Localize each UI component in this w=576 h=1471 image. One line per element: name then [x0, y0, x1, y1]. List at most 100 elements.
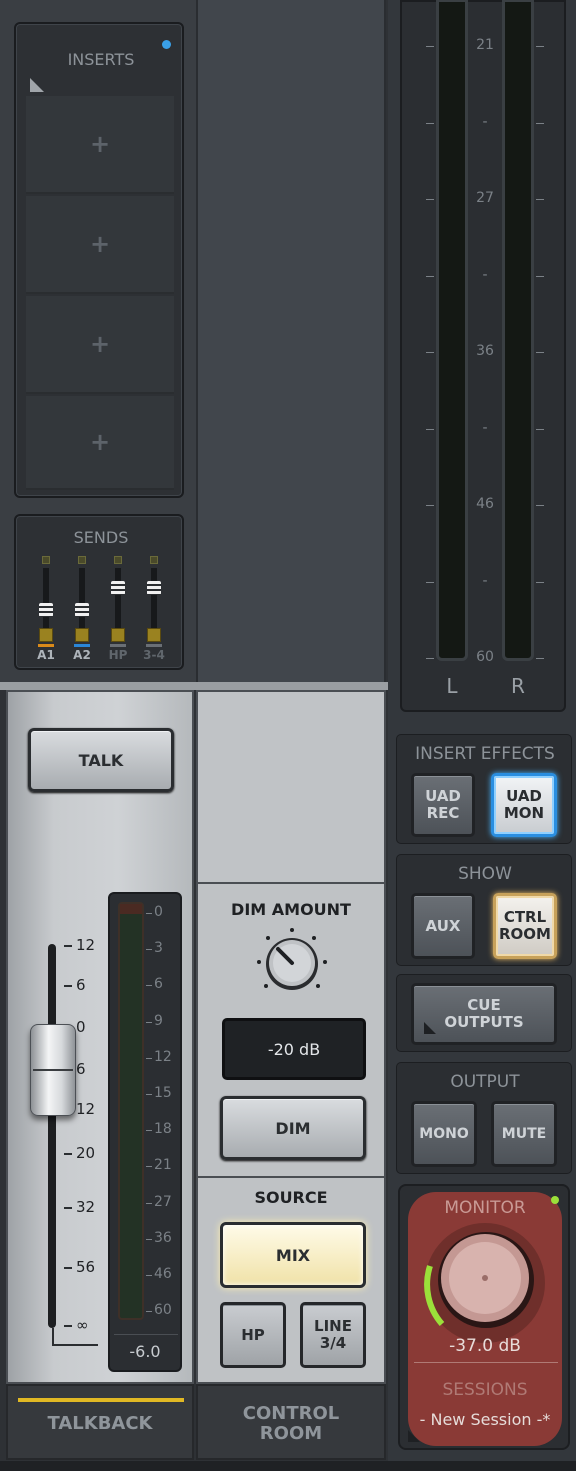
dim-amount-knob[interactable]	[252, 924, 332, 1004]
meter-scale-tick	[536, 658, 544, 659]
send-fader-a1[interactable]	[39, 603, 53, 617]
send-color-3-4	[146, 644, 162, 647]
inserts-title: INSERTS	[67, 50, 135, 69]
send-fader-a2[interactable]	[75, 603, 89, 617]
meter-right-label: R	[511, 674, 525, 698]
tb-meter-tick	[146, 985, 152, 987]
talkback-fader-scale: 12 6 0 6 12 20 32 56 ∞	[58, 932, 108, 1334]
tb-meter-tick	[146, 1275, 152, 1276]
meter-scale-tick	[426, 658, 434, 659]
send-pre-3-4[interactable]	[147, 628, 161, 642]
fader-scale-label: 0	[76, 1018, 86, 1036]
show-title: SHOW	[458, 864, 512, 884]
cue-outputs-button[interactable]: CUE OUTPUTS	[411, 983, 557, 1045]
line-34-button[interactable]: LINE 3/4	[300, 1302, 366, 1368]
send-label-a1: A1	[37, 648, 55, 662]
inserts-menu-icon[interactable]	[30, 78, 44, 92]
insert-slot-1[interactable]: +	[26, 96, 174, 194]
tb-meter-label: 0	[154, 904, 163, 920]
talkback-meter-bar	[118, 902, 144, 1320]
send-color-a1	[38, 644, 54, 647]
meter-scale-tick	[426, 275, 434, 277]
meter-scale-tick	[426, 199, 434, 200]
ctrl-room-label-1: CTRL	[503, 908, 547, 926]
send-fader-3-4[interactable]	[147, 580, 161, 595]
sends-panel: SENDS A1 A2 HP 3-4	[14, 514, 184, 670]
meter-scale-label: 46	[476, 496, 494, 512]
insert-slot-3[interactable]: +	[26, 296, 174, 394]
channel-mid-empty	[196, 0, 386, 688]
send-pre-hp[interactable]	[111, 628, 125, 642]
dim-amount-title: DIM AMOUNT	[231, 900, 351, 919]
mono-button[interactable]: MONO	[411, 1101, 477, 1167]
tb-meter-label: 46	[154, 1266, 172, 1282]
cue-menu-icon	[424, 1022, 436, 1034]
meter-scale-label: -	[482, 266, 488, 283]
talkback-footer[interactable]: TALKBACK	[6, 1384, 194, 1460]
channel-strip-top: INSERTS + + + + SENDS A1 A2 HP 3-4	[0, 0, 196, 688]
monitor-title: MONITOR	[444, 1198, 526, 1218]
tb-meter-label: 60	[154, 1302, 172, 1319]
fader-scale-label: 12	[76, 1100, 96, 1118]
send-track-a1	[43, 568, 49, 628]
sends-title: SENDS	[73, 528, 129, 547]
hp-button[interactable]: HP	[220, 1302, 286, 1368]
ctrl-room-button[interactable]: CTRL ROOM	[493, 893, 557, 959]
cue-outputs-label-2: OUTPUTS	[444, 1013, 524, 1031]
send-fader-hp[interactable]	[111, 580, 125, 595]
tb-meter-label: 3	[154, 940, 163, 957]
send-led-a2	[78, 556, 86, 564]
meter-scale-tick	[536, 352, 544, 353]
fader-scale-label: 56	[76, 1258, 96, 1276]
cue-outputs-section: CUE OUTPUTS	[396, 974, 572, 1052]
tb-meter-tick	[146, 1238, 152, 1240]
dim-value-display[interactable]: -20 dB	[222, 1018, 366, 1080]
fader-scale-tick	[64, 985, 72, 987]
tb-meter-label: 36	[154, 1229, 172, 1246]
meter-scale-tick	[536, 46, 544, 47]
meter-scale-tick	[426, 428, 434, 430]
fader-scale-label: 6	[76, 976, 86, 994]
talkback-fader-track	[48, 944, 56, 1328]
send-track-a2	[79, 568, 85, 628]
tb-meter-tick	[146, 1021, 152, 1023]
fader-scale-label: 12	[76, 936, 96, 954]
inserts-status-led	[162, 40, 171, 49]
tb-meter-tick	[146, 1094, 152, 1095]
uad-mon-label-1: UAD	[506, 787, 542, 805]
mute-button[interactable]: MUTE	[491, 1101, 557, 1167]
dim-button[interactable]: DIM	[220, 1096, 366, 1160]
insert-slot-2[interactable]: +	[26, 196, 174, 294]
tb-meter-label: 27	[154, 1193, 172, 1210]
meter-scale-tick	[426, 122, 434, 124]
aux-button[interactable]: AUX	[411, 893, 475, 959]
show-section: SHOW AUX CTRL ROOM	[396, 854, 572, 966]
tb-meter-tick	[146, 1166, 152, 1168]
send-pre-a2[interactable]	[75, 628, 89, 642]
talkback-fader-handle[interactable]	[30, 1024, 76, 1116]
send-color-hp	[110, 644, 126, 647]
session-name[interactable]: - New Session -*	[408, 1410, 562, 1429]
send-color-a2	[74, 644, 90, 647]
output-meter: 21 - 27 - 36 - 46 - 60 L R	[400, 0, 566, 712]
tb-meter-tick	[146, 1130, 152, 1132]
mix-button[interactable]: MIX	[220, 1222, 366, 1288]
fader-scale-tick	[64, 1207, 72, 1209]
tb-meter-tick	[146, 1057, 152, 1059]
uad-rec-button[interactable]: UAD REC	[411, 773, 475, 837]
meter-scale: 21 - 27 - 36 - 46 - 60	[402, 2, 568, 672]
talk-button[interactable]: TALK	[28, 728, 174, 792]
session-menu-icon[interactable]	[408, 1430, 420, 1442]
monitor-knob[interactable]	[418, 1216, 552, 1350]
send-pre-a1[interactable]	[39, 628, 53, 642]
talkback-section: TALK 12 6 0 6 12 20 32 56 ∞ 0 3 6 9 12 15 18 21 27 36 46 60…	[6, 690, 194, 1384]
meter-scale-tick	[426, 46, 434, 47]
inserts-panel: INSERTS + + + +	[14, 22, 184, 498]
meter-scale-tick	[426, 352, 434, 353]
meter-scale-tick	[536, 275, 544, 277]
fader-scale-label: 32	[76, 1198, 96, 1216]
control-room-footer[interactable]: CONTROL ROOM	[196, 1384, 386, 1460]
insert-slot-4[interactable]: +	[26, 396, 174, 490]
uad-mon-button[interactable]: UAD MON	[491, 773, 557, 837]
talkback-meter: 0 3 6 9 12 15 18 21 27 36 46 60 -6.0	[108, 892, 182, 1372]
